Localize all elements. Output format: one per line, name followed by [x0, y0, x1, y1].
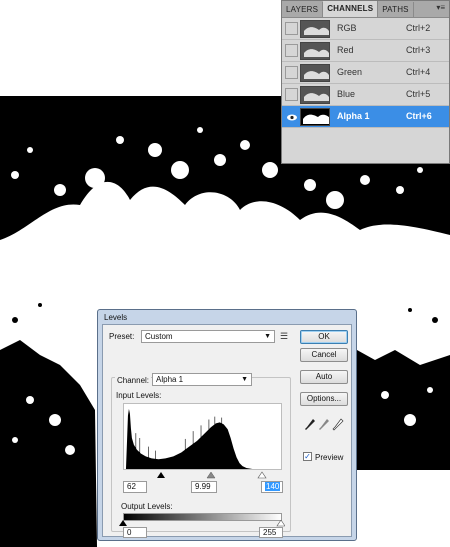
chevron-down-icon: ▼: [264, 333, 271, 340]
output-slider[interactable]: [119, 520, 285, 527]
channel-row-alpha-1[interactable]: Alpha 1 Ctrl+6: [282, 106, 449, 128]
preset-label: Preset:: [109, 332, 135, 341]
channel-row-rgb[interactable]: RGB Ctrl+2: [282, 18, 449, 40]
channel-thumbnail: [300, 86, 330, 104]
output-black-field[interactable]: 0: [123, 527, 147, 538]
levels-dialog: Levels Preset: Custom ▼ ☰ OK Cancel Auto …: [97, 309, 357, 541]
visibility-toggle[interactable]: [285, 22, 298, 35]
visibility-toggle[interactable]: [285, 44, 298, 57]
channel-name: Blue: [337, 89, 356, 99]
channel-name: Alpha 1: [337, 111, 370, 121]
channel-name: Green: [337, 67, 363, 77]
histogram: [123, 403, 282, 470]
channel-thumbnail: [300, 108, 330, 126]
gray-eyedropper-icon[interactable]: [318, 418, 330, 432]
cancel-button[interactable]: Cancel: [300, 348, 348, 362]
channel-thumbnail: [300, 64, 330, 82]
input-gamma-field[interactable]: 9.99: [191, 481, 217, 493]
dialog-body: Preset: Custom ▼ ☰ OK Cancel Auto Options…: [102, 324, 352, 538]
input-slider[interactable]: [121, 471, 285, 479]
channel-label: Channel:: [115, 376, 152, 385]
channel-shortcut: Ctrl+3: [406, 45, 431, 55]
tab-layers[interactable]: LAYERS: [282, 2, 324, 17]
preview-label: Preview: [315, 453, 344, 462]
chevron-down-icon: ▼: [241, 376, 248, 383]
visibility-toggle[interactable]: [285, 66, 298, 79]
preview-checkbox[interactable]: ✓: [303, 452, 312, 461]
channel-shortcut: Ctrl+6: [406, 111, 432, 121]
channel-shortcut: Ctrl+5: [406, 89, 431, 99]
channel-thumbnail: [300, 20, 330, 38]
eye-icon[interactable]: [285, 110, 298, 123]
channel-row-green[interactable]: Green Ctrl+4: [282, 62, 449, 84]
output-levels-label: Output Levels:: [121, 502, 173, 511]
tab-paths[interactable]: PATHS: [378, 2, 414, 17]
black-eyedropper-icon[interactable]: [304, 418, 316, 432]
input-black-field[interactable]: 62: [123, 481, 147, 493]
input-white-field[interactable]: 140: [261, 481, 283, 493]
auto-button[interactable]: Auto: [300, 370, 348, 384]
channel-name: Red: [337, 45, 354, 55]
channel-shortcut: Ctrl+2: [406, 23, 431, 33]
output-white-field[interactable]: 255: [259, 527, 283, 538]
channel-select[interactable]: Alpha 1 ▼: [152, 373, 252, 386]
channels-panel: LAYERS CHANNELS PATHS ▾≡ RGB Ctrl+2 Red …: [281, 0, 450, 164]
preset-options-icon[interactable]: ☰: [280, 331, 288, 342]
rock-right: [357, 350, 450, 470]
panel-tab-bar: LAYERS CHANNELS PATHS ▾≡: [282, 1, 449, 18]
preset-select[interactable]: Custom ▼: [141, 330, 275, 343]
options-button[interactable]: Options...: [300, 392, 348, 406]
white-eyedropper-icon[interactable]: [332, 418, 344, 432]
tab-channels[interactable]: CHANNELS: [323, 1, 379, 17]
channel-row-blue[interactable]: Blue Ctrl+5: [282, 84, 449, 106]
visibility-toggle[interactable]: [285, 88, 298, 101]
dialog-title: Levels: [104, 313, 128, 322]
channel-shortcut: Ctrl+4: [406, 67, 431, 77]
panel-menu-icon[interactable]: ▾≡: [436, 3, 445, 12]
input-levels-label: Input Levels:: [116, 391, 162, 400]
channel-thumbnail: [300, 42, 330, 60]
ok-button[interactable]: OK: [300, 330, 348, 344]
channel-name: RGB: [337, 23, 357, 33]
channel-row-red[interactable]: Red Ctrl+3: [282, 40, 449, 62]
